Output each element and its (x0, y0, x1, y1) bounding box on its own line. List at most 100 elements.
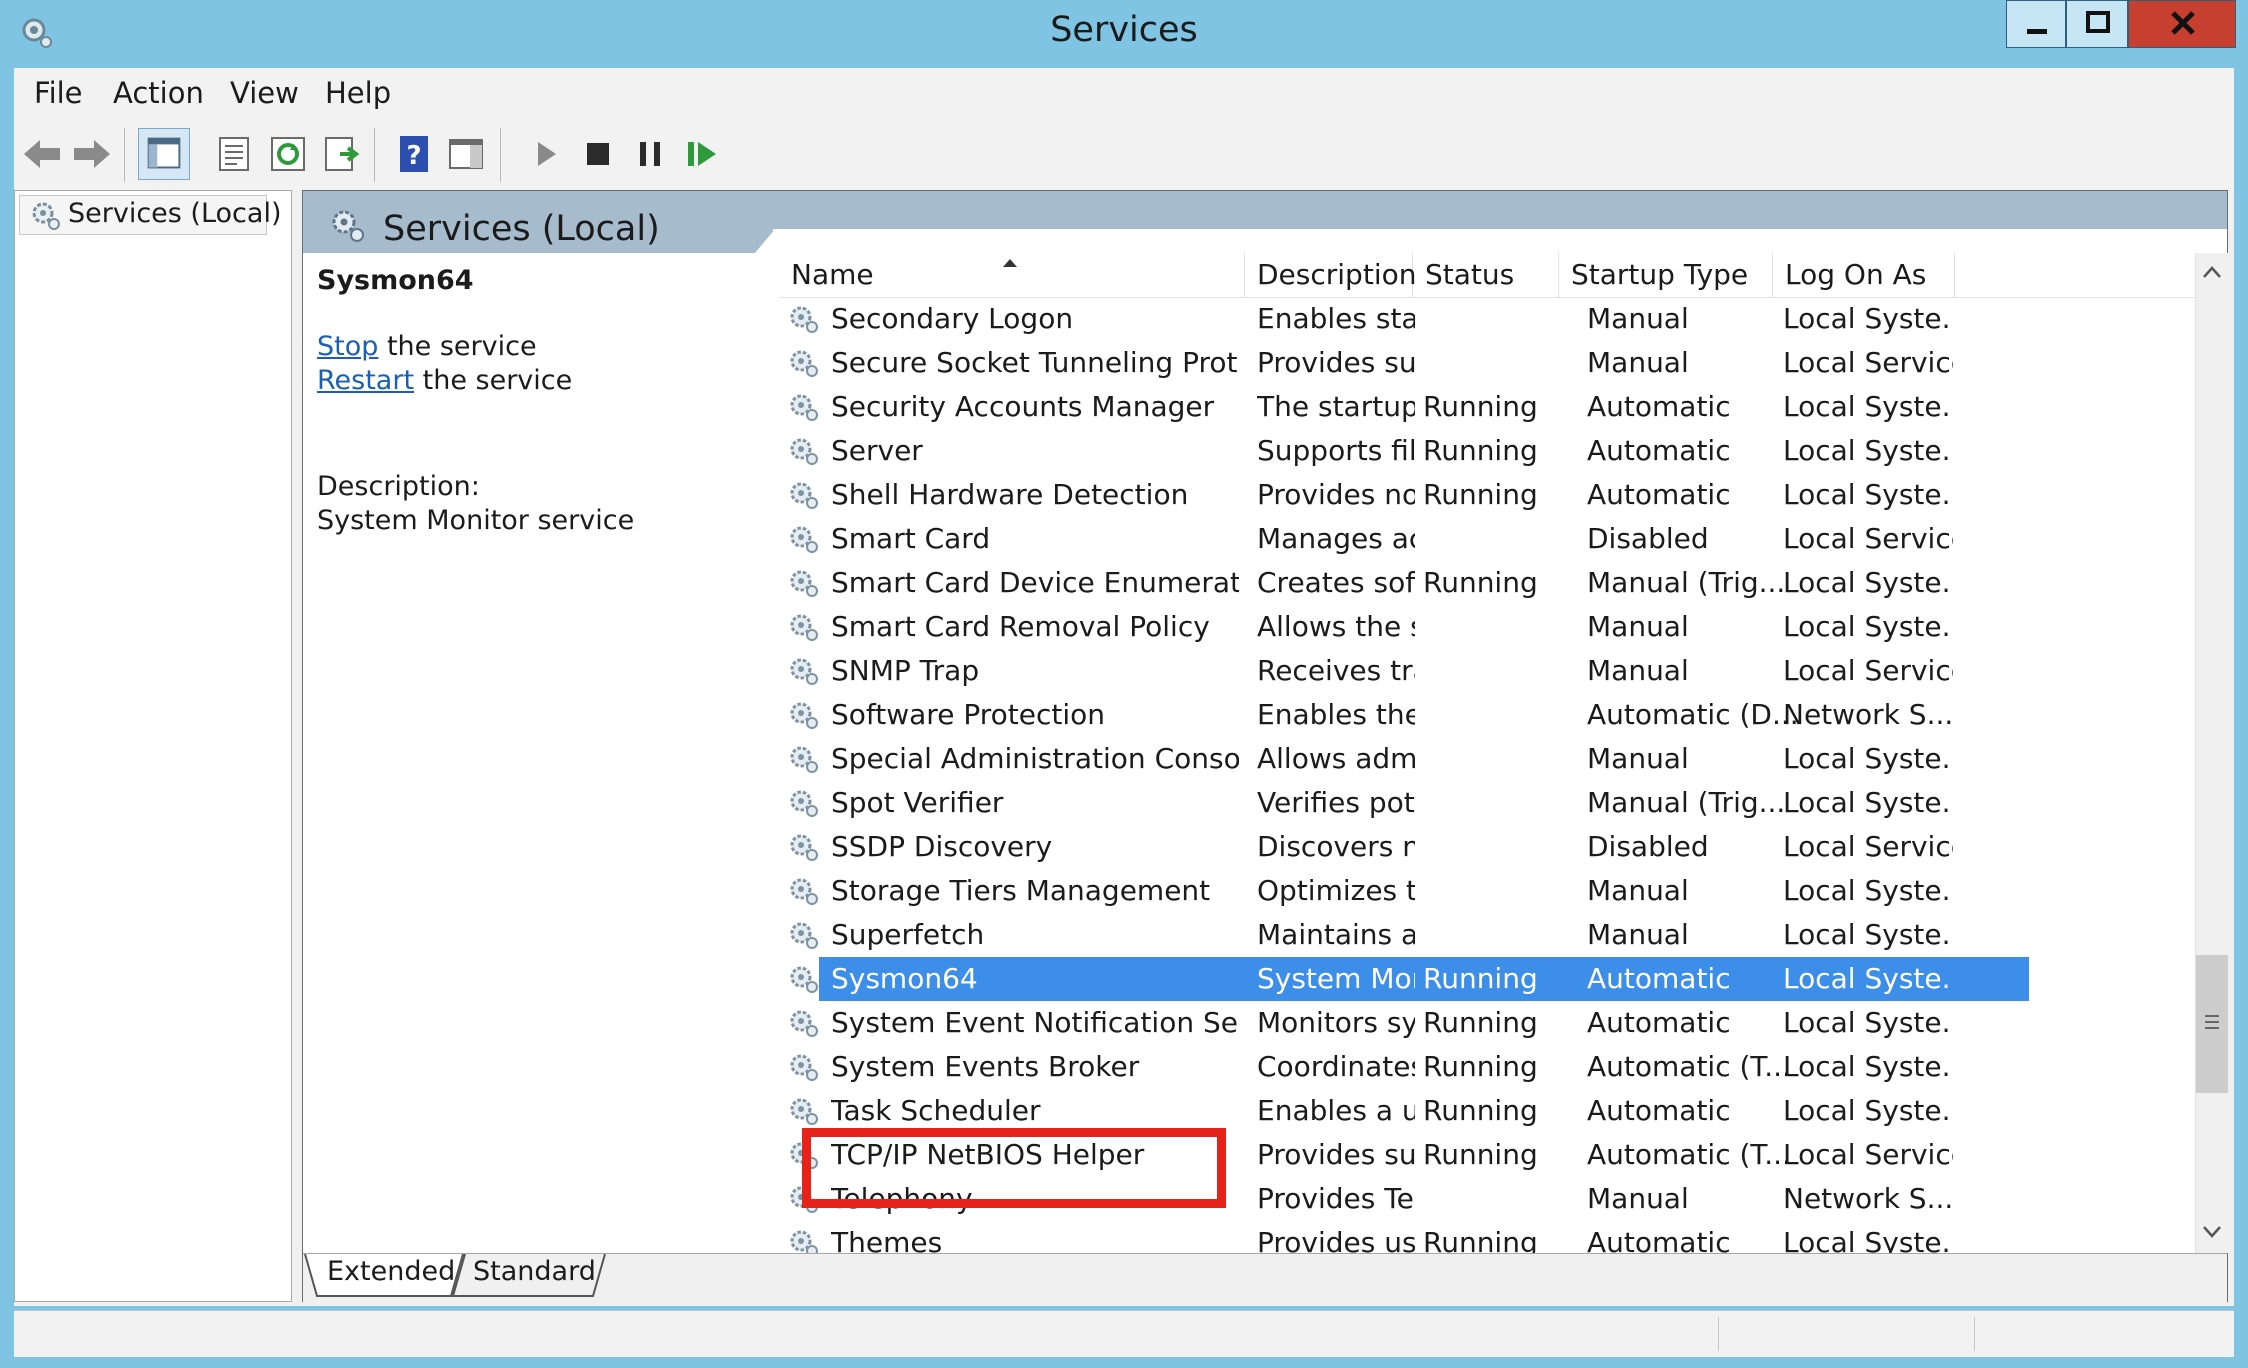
scrollbar-thumb[interactable] (2196, 955, 2228, 1093)
vertical-scrollbar[interactable] (2195, 253, 2228, 1253)
table-row[interactable]: Spot Verifier Verifies potenti... Manual (… (779, 781, 2029, 825)
column-header-label: Name (791, 258, 874, 291)
table-row[interactable]: Secondary Logon Enables startin... Manual L… (779, 297, 2029, 341)
table-row[interactable]: Security Accounts Manager The startup of … (779, 385, 2029, 429)
table-row[interactable]: Smart Card Device Enumeration... Creates … (779, 561, 2029, 605)
service-startup-cell: Automatic (1587, 478, 1731, 511)
table-row[interactable]: Server Supports file, p...Running Automati… (779, 429, 2029, 473)
service-description-cell: Verifies potenti... (1257, 786, 1415, 819)
console-tree: Services (Local) (14, 190, 292, 1302)
menu-help[interactable]: Help (325, 76, 391, 110)
table-row[interactable]: Superfetch Maintains and i... Manual Local … (779, 913, 2029, 957)
service-logon-cell: Local Service (1783, 346, 1953, 379)
service-status-cell: Running (1423, 1050, 1538, 1083)
tab-extended[interactable]: Extended (327, 1256, 455, 1287)
table-row[interactable]: Special Administration Console ... Allows… (779, 737, 2029, 781)
service-logon-cell: Local Syste... (1783, 1050, 1953, 1083)
restart-service-link[interactable]: Restart (317, 365, 414, 396)
service-startup-cell: Automatic (1587, 434, 1731, 467)
status-cell (1718, 1317, 1719, 1351)
stop-service-link[interactable]: Stop (317, 331, 378, 362)
service-gear-icon (790, 526, 818, 553)
toolbar-separator (500, 128, 501, 182)
service-gear-icon (790, 482, 818, 509)
stop-service-icon[interactable] (576, 132, 620, 176)
stop-suffix: the service (378, 331, 537, 362)
table-row[interactable]: Themes Provides user e... Running Automatic… (779, 1221, 2029, 1253)
column-header-startup-type[interactable]: Startup Type (1559, 253, 1773, 297)
start-service-icon[interactable] (524, 132, 568, 176)
table-row[interactable]: System Event Notification Service Monitor… (779, 1001, 2029, 1045)
properties-icon[interactable] (212, 132, 256, 176)
minimize-button[interactable] (2006, 0, 2066, 48)
service-gear-icon (790, 1230, 818, 1253)
table-row[interactable]: Task Scheduler Enables a user t...Running… (779, 1089, 2029, 1133)
table-row[interactable]: Software Protection Enables the do... Auto… (779, 693, 2029, 737)
table-row[interactable]: Storage Tiers Management Optimizes the ..… (779, 869, 2029, 913)
show-action-pane-icon[interactable] (444, 132, 488, 176)
table-row[interactable]: System Events Broker Coordinates ex...Run… (779, 1045, 2029, 1089)
toolbar-separator (124, 128, 125, 182)
service-description-cell: Provides suppo... (1257, 346, 1415, 379)
service-status-cell: Running (1423, 1138, 1538, 1171)
service-startup-cell: Automatic (1587, 1226, 1731, 1253)
service-logon-cell: Local Syste... (1783, 918, 1953, 951)
forward-arrow-icon[interactable] (70, 132, 114, 176)
refresh-icon[interactable] (266, 132, 310, 176)
tree-item-services-local[interactable]: Services (Local) (19, 195, 281, 235)
services-gear-icon (332, 210, 364, 242)
service-logon-cell: Local Service (1783, 1138, 1953, 1171)
service-logon-cell: Local Service (1783, 522, 1953, 555)
stop-line: Stop the service (317, 331, 537, 362)
table-row[interactable]: SNMP Trap Receives trap ... Manual Local Se… (779, 649, 2029, 693)
status-cell (1974, 1317, 1975, 1351)
service-startup-cell: Automatic (1587, 1094, 1731, 1127)
scroll-up-icon[interactable] (2202, 265, 2222, 279)
export-list-icon[interactable] (320, 132, 364, 176)
table-row-selected[interactable]: Sysmon64 System Monito...Running Automatic… (790, 957, 2029, 1001)
service-name-cell: Secure Socket Tunneling Protoc... (831, 346, 1239, 379)
menu-action[interactable]: Action (113, 76, 204, 110)
service-description-cell: System Monito... (1257, 962, 1415, 995)
restart-service-icon[interactable] (680, 132, 724, 176)
service-name-cell: Themes (831, 1226, 943, 1253)
menu-view[interactable]: View (230, 76, 299, 110)
column-header-log-on-as[interactable]: Log On As (1773, 253, 1955, 297)
service-description-cell: Allows adminis... (1257, 742, 1415, 775)
content-area: Services (Local) Services (Local) Sysmon… (14, 190, 2234, 1306)
service-gear-icon (790, 438, 818, 465)
service-logon-cell: Local Syste... (1783, 478, 1953, 511)
service-description-cell: Provides notific... (1257, 478, 1415, 511)
table-row[interactable]: Shell Hardware Detection Provides notific… (779, 473, 2029, 517)
service-gear-icon (790, 394, 818, 421)
help-icon[interactable]: ? (392, 132, 436, 176)
scroll-down-icon[interactable] (2202, 1225, 2222, 1239)
column-header-status[interactable]: Status (1413, 253, 1559, 297)
service-startup-cell: Manual (1587, 874, 1689, 907)
column-header-name[interactable]: Name (779, 253, 1245, 297)
service-name-cell: Smart Card (831, 522, 991, 555)
maximize-button[interactable] (2066, 0, 2128, 48)
title-bar: Services (0, 0, 2248, 68)
service-description-cell: Receives trap ... (1257, 654, 1415, 687)
back-arrow-icon[interactable] (20, 132, 64, 176)
table-row[interactable]: Smart Card Removal Policy Allows the syst… (779, 605, 2029, 649)
service-name-cell: Secondary Logon (831, 302, 1074, 335)
service-name-cell: Server (831, 434, 923, 467)
header-divider (773, 229, 2227, 253)
service-logon-cell: Local Syste... (1783, 1226, 1953, 1253)
service-logon-cell: Local Syste... (1783, 610, 1953, 643)
table-row[interactable]: Smart Card Manages acces... Disabled Local … (779, 517, 2029, 561)
column-header-description[interactable]: Description (1245, 253, 1416, 297)
menu-file[interactable]: File (34, 76, 83, 110)
close-button[interactable] (2128, 0, 2236, 48)
service-name-cell: Special Administration Console ... (831, 742, 1239, 775)
tab-standard[interactable]: Standard (473, 1256, 596, 1287)
pause-service-icon[interactable] (628, 132, 672, 176)
highlight-box (802, 1128, 1226, 1208)
pane-title: Services (Local) (383, 209, 660, 249)
service-logon-cell: Local Service (1783, 830, 1953, 863)
show-console-tree-icon[interactable] (138, 128, 190, 180)
table-row[interactable]: SSDP Discovery Discovers netw... Disabled L… (779, 825, 2029, 869)
table-row[interactable]: Secure Socket Tunneling Protoc... Provide… (779, 341, 2029, 385)
